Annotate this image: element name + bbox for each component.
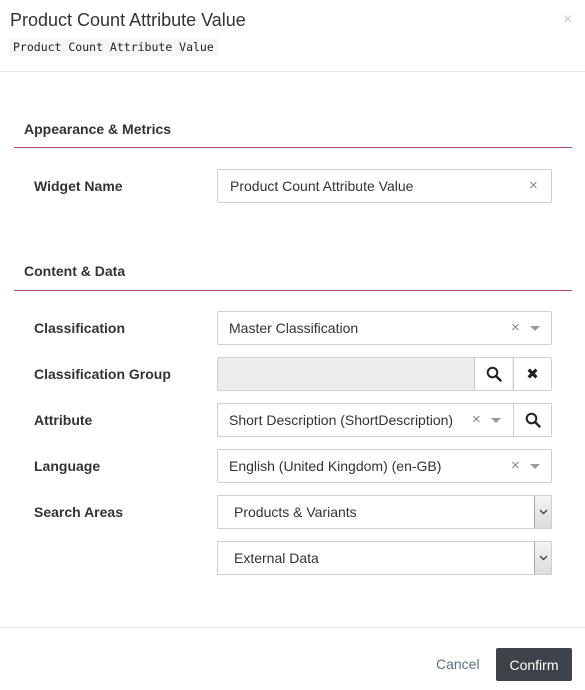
language-select[interactable]: English (United Kingdom) (en-GB) × — [217, 449, 552, 483]
remove-icon: ✖ — [526, 366, 539, 383]
attribute-select[interactable]: Short Description (ShortDescription) × — [217, 403, 552, 437]
cancel-button[interactable]: Cancel — [436, 656, 480, 672]
attribute-search-button[interactable] — [513, 404, 551, 436]
attribute-value: Short Description (ShortDescription) — [229, 412, 454, 428]
select-dropdown-button[interactable] — [534, 496, 551, 528]
widget-name-input[interactable]: Product Count Attribute Value × — [217, 169, 552, 203]
search-icon — [525, 412, 541, 428]
classification-group-label: Classification Group — [34, 366, 171, 382]
chevron-down-icon[interactable] — [530, 464, 540, 469]
classification-select[interactable]: Master Classification × — [217, 311, 552, 345]
search-area-select-products[interactable]: Products & Variants — [217, 495, 552, 529]
dialog-title: Product Count Attribute Value — [10, 10, 246, 30]
chevron-down-icon[interactable] — [491, 418, 501, 423]
dialog-header: Product Count Attribute Value Product Co… — [0, 0, 585, 72]
classification-group-remove-button[interactable]: ✖ — [513, 358, 551, 390]
search-areas-label: Search Areas — [34, 504, 123, 520]
search-area-select-external[interactable]: External Data — [217, 541, 552, 575]
section-divider — [14, 290, 572, 291]
chevron-down-icon — [539, 509, 547, 515]
search-area-value: External Data — [234, 550, 319, 566]
section-title-appearance: Appearance & Metrics — [24, 121, 172, 137]
clear-icon[interactable]: × — [472, 411, 481, 429]
select-dropdown-button[interactable] — [534, 542, 551, 574]
clear-icon[interactable]: × — [529, 177, 538, 195]
clear-icon[interactable]: × — [511, 319, 520, 337]
chevron-down-icon — [539, 555, 547, 561]
classification-group-input[interactable]: ✖ — [217, 357, 552, 391]
section-title-content: Content & Data — [24, 263, 126, 279]
search-icon — [486, 366, 502, 382]
attribute-label: Attribute — [34, 412, 93, 428]
clear-icon[interactable]: × — [511, 457, 520, 475]
language-value: English (United Kingdom) (en-GB) — [229, 458, 442, 474]
classification-label: Classification — [34, 320, 126, 336]
chevron-down-icon[interactable] — [530, 326, 540, 331]
widget-name-value: Product Count Attribute Value — [230, 178, 414, 194]
dialog-subtitle: Product Count Attribute Value — [9, 38, 218, 56]
confirm-button[interactable]: Confirm — [496, 648, 572, 681]
widget-name-label: Widget Name — [34, 178, 123, 194]
search-area-value: Products & Variants — [234, 504, 357, 520]
close-icon[interactable]: × — [563, 10, 572, 30]
section-divider — [14, 147, 572, 148]
language-label: Language — [34, 458, 101, 474]
classification-value: Master Classification — [229, 320, 359, 336]
classification-group-search-button[interactable] — [474, 358, 512, 390]
